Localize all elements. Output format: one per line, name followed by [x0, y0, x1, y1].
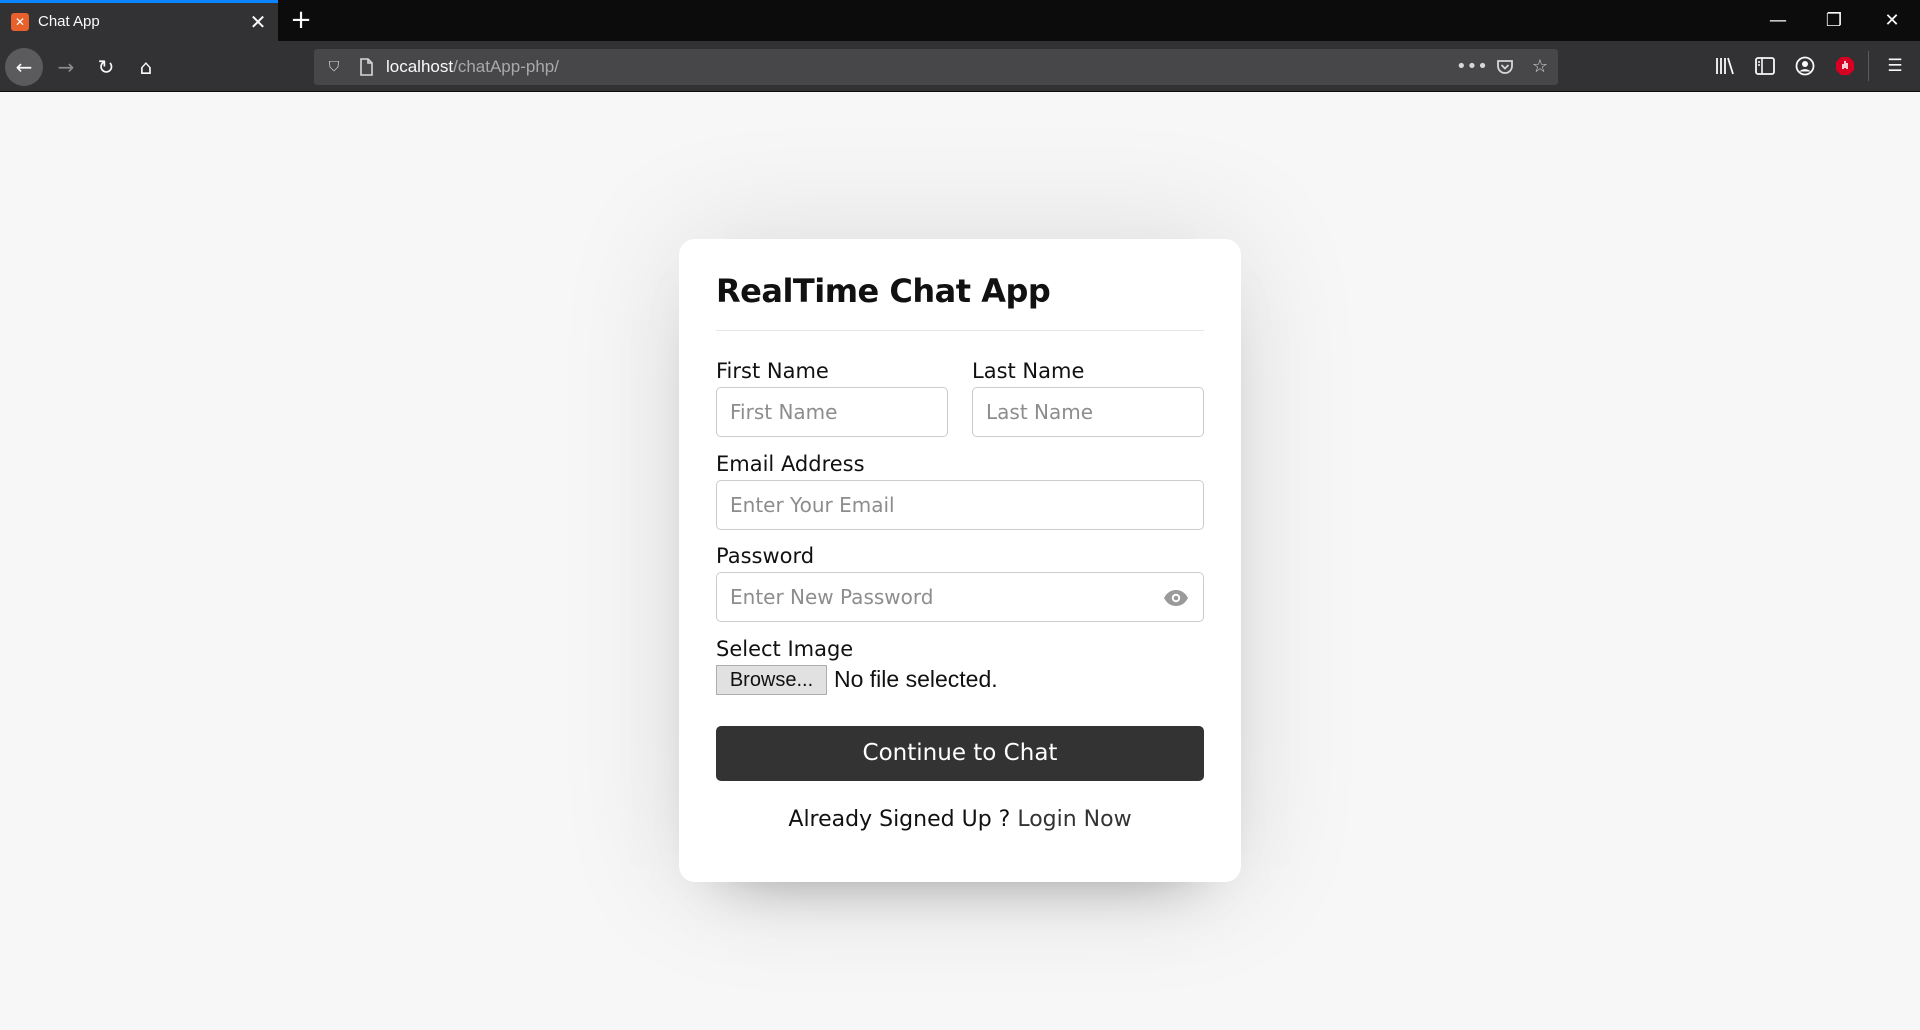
account-icon[interactable]: [1789, 50, 1821, 82]
eye-icon[interactable]: [1163, 586, 1189, 610]
hamburger-menu-icon[interactable]: ☰: [1879, 50, 1911, 82]
password-label: Password: [716, 544, 815, 568]
last-name-field: [972, 387, 1204, 437]
close-tab-icon[interactable]: ✕: [246, 10, 270, 34]
first-name-label: First Name: [716, 359, 829, 383]
pocket-icon[interactable]: [1491, 53, 1519, 81]
login-now-link[interactable]: Login Now: [1017, 807, 1131, 832]
last-name-label: Last Name: [972, 359, 1085, 383]
tracking-protection-shield-icon[interactable]: ⛉: [322, 55, 346, 79]
home-icon[interactable]: ⌂: [127, 48, 165, 86]
url-text: localhost/chatApp-php/: [386, 57, 559, 77]
signup-card: RealTime Chat App First Name Last Name E…: [679, 239, 1241, 882]
page-actions-more-icon[interactable]: •••: [1456, 53, 1488, 81]
image-label: Select Image: [716, 637, 854, 661]
first-name-field: [716, 387, 948, 437]
tab-title: Chat App: [38, 13, 100, 30]
password-input[interactable]: [717, 573, 1203, 621]
toolbar-separator: [1868, 51, 1869, 81]
page-title: RealTime Chat App: [716, 272, 1051, 310]
reload-icon[interactable]: ↻: [87, 48, 125, 86]
email-input[interactable]: [717, 481, 1203, 529]
email-label: Email Address: [716, 452, 865, 476]
browser-toolbar: ← → ↻ ⌂ ⛉ localhost/chatApp-php/ ••• ☆ ☰: [0, 41, 1920, 92]
browser-tab[interactable]: ✕ Chat App ✕: [0, 0, 278, 41]
library-icon[interactable]: [1709, 50, 1741, 82]
url-path: /chatApp-php/: [453, 57, 559, 76]
restore-window-icon[interactable]: ❐: [1806, 0, 1862, 41]
login-prompt: Already Signed Up ? Login Now: [716, 807, 1204, 832]
xampp-favicon-icon: ✕: [11, 13, 29, 31]
file-status: No file selected.: [834, 666, 998, 692]
forward-icon[interactable]: →: [47, 48, 85, 86]
password-field: [716, 572, 1204, 622]
login-prompt-text: Already Signed Up ?: [788, 807, 1011, 832]
bookmark-star-icon[interactable]: ☆: [1526, 53, 1554, 81]
browse-button[interactable]: Browse...: [716, 665, 827, 695]
browser-tab-bar: ✕ Chat App ✕ + — ❐ ✕: [0, 0, 1920, 41]
url-host: localhost: [386, 57, 454, 76]
continue-to-chat-button[interactable]: Continue to Chat: [716, 726, 1204, 781]
new-tab-icon[interactable]: +: [286, 5, 316, 35]
close-window-icon[interactable]: ✕: [1864, 0, 1920, 41]
first-name-input[interactable]: [717, 388, 947, 436]
extension-stop-icon[interactable]: [1829, 50, 1861, 82]
signup-form: RealTime Chat App First Name Last Name E…: [716, 239, 1204, 882]
page-info-icon[interactable]: [354, 55, 378, 79]
header-divider: [716, 330, 1204, 331]
email-field: [716, 480, 1204, 530]
sidebar-icon[interactable]: [1749, 50, 1781, 82]
minimize-window-icon[interactable]: —: [1750, 0, 1806, 41]
back-icon[interactable]: ←: [5, 48, 43, 86]
last-name-input[interactable]: [973, 388, 1203, 436]
address-bar[interactable]: ⛉ localhost/chatApp-php/ ••• ☆: [314, 49, 1558, 85]
